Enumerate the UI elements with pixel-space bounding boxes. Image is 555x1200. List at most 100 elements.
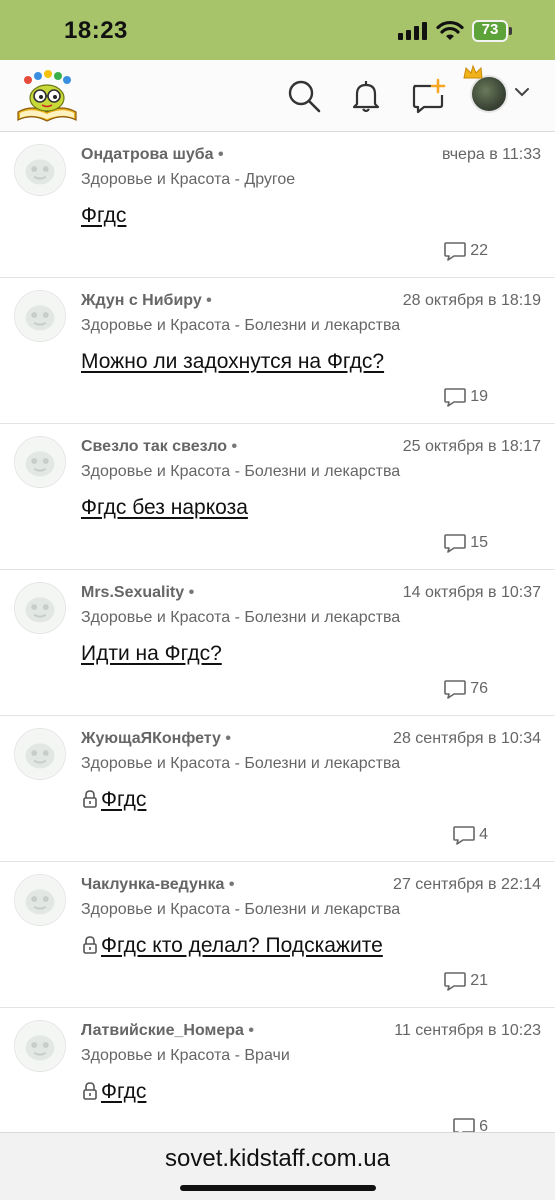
comment-count-number: 21 xyxy=(470,972,488,989)
comment-count[interactable]: 4 xyxy=(452,824,488,846)
topic-title-link[interactable]: Идти на Фгдс? xyxy=(81,642,222,666)
topic-title-link[interactable]: Фгдс кто делал? Подскажите xyxy=(81,934,383,958)
comment-icon xyxy=(453,826,475,845)
topic-row[interactable]: ЖующаЯКонфету • 28 сентября в 10:34 Здоров… xyxy=(0,716,555,862)
comment-count[interactable]: 19 xyxy=(443,386,488,408)
author-name-text[interactable]: Латвийские_Номера xyxy=(81,1022,244,1039)
comment-count-number: 4 xyxy=(479,826,488,843)
topic-row[interactable]: Ондатрова шуба • вчера в 11:33 Здоровье и … xyxy=(0,132,555,278)
author-name[interactable]: Ждун с Нибиру • xyxy=(81,292,212,310)
topic-list: Ондатрова шуба • вчера в 11:33 Здоровье и … xyxy=(0,132,555,1154)
author-avatar[interactable] xyxy=(14,728,66,780)
post-date: 27 сентября в 22:14 xyxy=(393,876,541,893)
comment-count[interactable]: 22 xyxy=(443,240,488,262)
topic-title-text[interactable]: Фгдс кто делал? Подскажите xyxy=(101,934,383,957)
author-avatar[interactable] xyxy=(14,1020,66,1072)
topic-title-text[interactable]: Фгдс xyxy=(101,1080,146,1103)
separator-dot: • xyxy=(224,876,235,893)
author-avatar[interactable] xyxy=(14,436,66,488)
post-category: Здоровье и Красота - Болезни и лекарства xyxy=(81,901,401,918)
site-logo[interactable] xyxy=(14,68,80,124)
author-avatar[interactable] xyxy=(14,874,66,926)
lock-icon xyxy=(83,1082,97,1100)
search-icon[interactable] xyxy=(285,77,323,115)
avatar[interactable] xyxy=(470,75,508,113)
post-date: 25 октября в 18:17 xyxy=(402,438,541,455)
author-name-text[interactable]: Свезло так свезло xyxy=(81,438,227,455)
comment-count-number: 15 xyxy=(470,534,488,551)
topic-title-link[interactable]: Фгдс xyxy=(81,204,126,228)
separator-dot: • xyxy=(227,438,238,455)
topic-title-text[interactable]: Можно ли задохнутся на Фгдс? xyxy=(81,350,384,373)
topic-title-text[interactable]: Фгдс xyxy=(81,204,126,227)
post-date: 28 сентября в 10:34 xyxy=(393,730,541,747)
author-name[interactable]: Mrs.Sexuality • xyxy=(81,584,194,602)
post-category: Здоровье и Красота - Другое xyxy=(81,171,296,188)
author-avatar[interactable] xyxy=(14,582,66,634)
author-name-text[interactable]: Чаклунка-ведунка xyxy=(81,876,224,893)
post-category: Здоровье и Красота - Болезни и лекарства xyxy=(81,463,401,480)
author-name-text[interactable]: Ондатрова шуба xyxy=(81,146,214,163)
post-category: Здоровье и Красота - Болезни и лекарства xyxy=(81,755,401,772)
comment-count[interactable]: 21 xyxy=(443,970,488,992)
separator-dot: • xyxy=(213,146,224,163)
comment-icon xyxy=(444,242,467,261)
separator-dot: • xyxy=(243,1022,254,1039)
battery-level: 73 xyxy=(481,21,499,38)
chevron-down-icon[interactable] xyxy=(514,86,530,98)
crown-icon xyxy=(463,64,483,79)
author-name[interactable]: Чаклунка-ведунка • xyxy=(81,876,234,894)
topic-title-link[interactable]: Фгдс без наркоза xyxy=(81,496,248,520)
battery-icon: 73 xyxy=(472,20,512,42)
author-avatar[interactable] xyxy=(14,144,66,196)
status-time: 18:23 xyxy=(64,17,128,44)
topic-title-link[interactable]: Фгдс xyxy=(81,1080,146,1104)
topic-row[interactable]: Ждун с Нибиру • 28 октября в 18:19 Здоровь… xyxy=(0,278,555,424)
comment-icon xyxy=(444,972,467,991)
topic-row[interactable]: Чаклунка-ведунка • 27 сентября в 22:14 Здо… xyxy=(0,862,555,1008)
topic-row[interactable]: Mrs.Sexuality • 14 октября в 10:37 Здоровь… xyxy=(0,570,555,716)
topic-title-text[interactable]: Фгдс без наркоза xyxy=(81,496,248,519)
comment-icon xyxy=(444,680,467,699)
topic-title-link[interactable]: Фгдс xyxy=(81,788,146,812)
separator-dot: • xyxy=(220,730,231,747)
status-bar: 18:23 73 xyxy=(0,0,555,60)
url-text[interactable]: sovet.kidstaff.com.ua xyxy=(0,1145,555,1173)
home-indicator[interactable] xyxy=(180,1185,376,1191)
topic-row[interactable]: Свезло так свезло • 25 октября в 18:17 Здо… xyxy=(0,424,555,570)
author-name-text[interactable]: ЖующаЯКонфету xyxy=(81,730,221,747)
author-name[interactable]: Ондатрова шуба • xyxy=(81,146,224,164)
topic-title-link[interactable]: Можно ли задохнутся на Фгдс? xyxy=(81,350,384,374)
comment-icon xyxy=(444,534,467,553)
post-category: Здоровье и Красота - Болезни и лекарства xyxy=(81,609,401,626)
topic-title-text[interactable]: Идти на Фгдс? xyxy=(81,642,222,665)
separator-dot: • xyxy=(201,292,212,309)
comment-icon xyxy=(444,388,467,407)
comment-count-number: 19 xyxy=(470,388,488,405)
author-name[interactable]: Латвийские_Номера • xyxy=(81,1022,254,1040)
topic-title-text[interactable]: Фгдс xyxy=(101,788,146,811)
comment-count-number: 22 xyxy=(470,242,488,259)
post-date: 11 сентября в 10:23 xyxy=(394,1022,541,1039)
author-name[interactable]: ЖующаЯКонфету • xyxy=(81,730,231,748)
post-category: Здоровье и Красота - Болезни и лекарства xyxy=(81,317,401,334)
post-date: 28 октября в 18:19 xyxy=(402,292,541,309)
comment-count[interactable]: 76 xyxy=(443,678,488,700)
comment-count[interactable]: 15 xyxy=(443,532,488,554)
wifi-icon xyxy=(436,20,464,40)
site-header xyxy=(0,60,555,132)
browser-url-bar[interactable]: sovet.kidstaff.com.ua xyxy=(0,1132,555,1200)
author-name-text[interactable]: Mrs.Sexuality xyxy=(81,584,184,601)
post-date: 14 октября в 10:37 xyxy=(402,584,541,601)
post-date: вчера в 11:33 xyxy=(441,146,541,163)
signal-icon xyxy=(398,22,427,40)
lock-icon xyxy=(83,790,97,808)
lock-icon xyxy=(83,936,97,954)
bell-icon[interactable] xyxy=(347,77,385,115)
author-avatar[interactable] xyxy=(14,290,66,342)
post-category: Здоровье и Красота - Врачи xyxy=(81,1047,290,1064)
author-name-text[interactable]: Ждун с Нибиру xyxy=(81,292,202,309)
comment-count-number: 76 xyxy=(470,680,488,697)
author-name[interactable]: Свезло так свезло • xyxy=(81,438,237,456)
new-topic-icon[interactable] xyxy=(409,77,447,115)
